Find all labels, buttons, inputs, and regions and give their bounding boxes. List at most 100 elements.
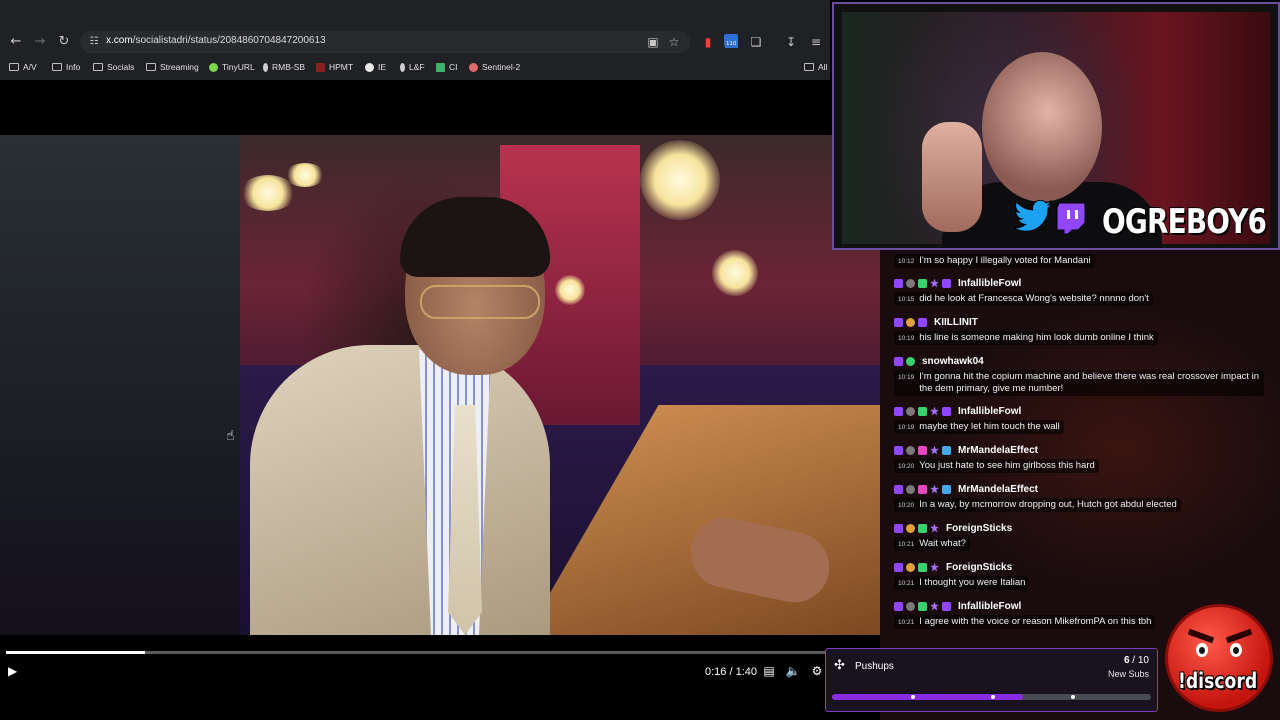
reload-icon[interactable]: ↻ [55,33,73,51]
video-frame[interactable] [0,135,880,635]
bookmark-rmb-sb[interactable]: RMB-SB [263,59,305,75]
bookmark-streaming[interactable]: Streaming [146,59,199,75]
tune-icon[interactable]: ☷ [85,33,103,51]
star-icon[interactable]: ☆ [665,33,683,51]
pin-icon [400,62,405,72]
angry-face-icon: !discord [1165,604,1273,712]
goal-progress-bar [832,694,1151,700]
message-time: 10:19 [898,424,915,431]
discord-label: !discord [1178,669,1258,693]
bookmark-lf[interactable]: L&F [400,59,425,75]
arrow-left-icon[interactable]: ← [7,33,25,51]
chat-message: MrMandelaEffect 10:20 You just hate to se… [894,443,1270,473]
pin-icon [263,62,268,72]
extension-count: 110 [725,41,738,48]
folder-icon [146,63,156,71]
chat-message: InfallibleFowl 10:19 maybe they let him t… [894,404,1270,434]
chat-message: ForeignSticks 10:21 I thought you were It… [894,560,1270,590]
bookmark-ci[interactable]: CI [436,59,458,75]
goal-marker [991,695,995,699]
chat-username[interactable]: MrMandelaEffect [958,484,1038,495]
arrow-right-icon[interactable]: → [31,33,49,51]
chat-username[interactable]: snowhawk04 [922,356,984,367]
goal-subtitle: New Subs [1107,669,1149,679]
streamer-hand [922,122,982,232]
folder-icon [804,63,814,71]
settings-icon[interactable]: ⚙ [809,664,825,680]
bookmark-label: Info [66,62,81,72]
extension-counter-icon[interactable]: 110 [722,33,740,51]
chat-username[interactable]: InfallibleFowl [958,406,1021,417]
message-time: 10:15 [898,296,915,303]
message-text: Wait what? [919,538,966,549]
goal-title: Pushups [855,661,894,672]
pushups-icon: ✣ [834,658,845,673]
message-time: 10:20 [898,463,915,470]
bookmark-av[interactable]: A/V [9,59,37,75]
bookmark-info[interactable]: Info [52,59,80,75]
subscriber-badge-icon [894,278,903,288]
subscriber-badge-icon [894,445,903,455]
emote-badge-icon [906,317,915,327]
subscriber-badge-icon [894,523,903,533]
goal-marker [1071,695,1075,699]
puzzle-icon[interactable]: ❏ [747,33,765,51]
bookmark-all[interactable]: All [804,59,827,75]
play-icon[interactable]: ▶ [8,664,24,680]
captions-icon[interactable]: ▤ [761,664,777,680]
chat-username[interactable]: InfallibleFowl [958,601,1021,612]
chat-username[interactable]: ForeignSticks [946,562,1012,573]
bookmark-label: A/V [23,62,37,72]
role-badge-icon [906,601,915,611]
install-icon[interactable]: ▣ [644,33,662,51]
message-text: You just hate to see him girlboss this h… [919,460,1095,471]
message-time: 10:12 [898,258,915,265]
subscriber-badge-icon [894,562,903,572]
message-text: I thought you were Italian [919,577,1026,588]
bookmark-label: Streaming [160,62,199,72]
chat-username[interactable]: MrMandelaEffect [958,445,1038,456]
bookmark-sentinel-2[interactable]: Sentinel-2 [469,59,520,75]
chat-username[interactable]: InfallibleFowl [958,278,1021,289]
download-icon[interactable]: ↧ [782,33,800,51]
ci-icon [436,62,445,72]
video-player[interactable] [0,80,880,690]
folder-icon [9,63,19,71]
message-text: did he look at Francesca Wong's website?… [919,293,1149,304]
extension-red-icon[interactable]: ▮ [699,33,717,51]
heart-badge-icon [918,484,927,494]
chat-username[interactable]: ForeignSticks [946,523,1012,534]
bookmark-label: TinyURL [222,62,255,72]
bookmark-ie[interactable]: IE [365,59,386,75]
url-host: x.com [106,35,133,46]
menu-icon[interactable]: ≡ [807,33,825,51]
chat-message: MrMandelaEffect 10:20 In a way, by mcmorr… [894,482,1270,512]
star-badge-icon [930,406,939,416]
chat-message: 10:12 I'm so happy I illegally voted for … [894,254,1270,268]
chat-message: snowhawk04 10:19 I'm gonna hit the copium… [894,354,1270,396]
bookmark-tinyurl[interactable]: TinyURL [209,59,255,75]
role-badge-icon [906,445,915,455]
subscriber-badge-icon [894,356,903,366]
bookmark-label: IE [378,62,387,72]
url-text[interactable]: x.com/socialistadri/status/2084860704847… [106,35,326,46]
bookmark-label: Socials [107,62,135,72]
goal-marker [911,695,915,699]
bookmark-socials[interactable]: Socials [93,59,134,75]
heart-badge-icon [918,445,927,455]
star-badge-icon [930,562,939,572]
message-text: I agree with the voice or reason Mikefro… [919,616,1152,627]
message-text: maybe they let him touch the wall [919,421,1060,432]
pushups-goal-widget: ✣ Pushups 6 / 10 New Subs [825,648,1158,712]
volume-icon[interactable]: 🔈 [785,664,801,680]
chat-username[interactable]: KIILLINIT [934,317,978,328]
bookmark-hpmt[interactable]: HPMT [316,59,353,75]
address-bar[interactable]: ☷ x.com/socialistadri/status/20848607048… [80,31,690,53]
streamer-head [982,52,1102,202]
video-progress-bar[interactable] [6,651,876,654]
pendant-lamp [640,140,720,220]
message-time: 10:21 [898,541,915,548]
ceiling-light [285,163,325,187]
verified-badge-icon [918,601,927,611]
skull-icon [365,62,374,72]
